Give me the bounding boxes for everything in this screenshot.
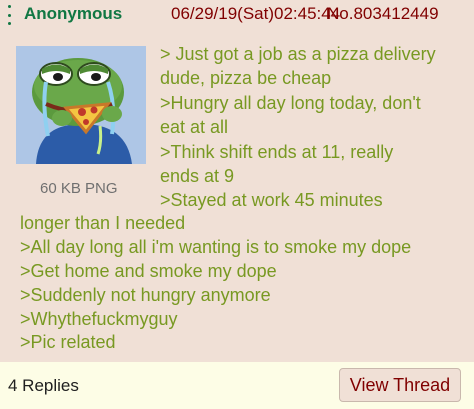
- post-datetime: 06/29/19(Sat)02:45:44: [171, 4, 341, 23]
- greentext-line: >Think shift ends at 11, really: [160, 142, 394, 162]
- greentext-line: ends at 9: [160, 166, 235, 186]
- greentext-line: >Stayed at work 45 minutes: [160, 190, 383, 210]
- greentext-line: >Suddenly not hungry anymore: [20, 285, 271, 305]
- greentext-line: >Hungry all day long today, don't: [160, 93, 421, 113]
- greentext-line: eat at all: [160, 117, 229, 137]
- greentext-line: dude, pizza be cheap: [160, 68, 332, 88]
- post-number[interactable]: No.803412449: [327, 4, 439, 24]
- greentext-line: > Just got a job as a pizza delivery: [160, 44, 436, 64]
- greentext-line: >All day long all i'm wanting is to smok…: [20, 237, 412, 257]
- pepe-eating-pizza-image: [16, 46, 146, 164]
- greentext-line: >Get home and smoke my dope: [20, 261, 277, 281]
- file-info: 60 KB PNG: [40, 180, 118, 197]
- poster-name: Anonymous: [24, 4, 123, 23]
- post: Anonymous 06/29/19(Sat)02:45:44 No.80341…: [0, 0, 474, 362]
- post-thumbnail[interactable]: [16, 46, 146, 164]
- greentext-line: longer than I needed: [20, 213, 186, 233]
- greentext-line: >Pic related: [20, 332, 116, 352]
- greentext-line: >Whythefuckmyguy: [20, 309, 178, 329]
- replies-count[interactable]: 4 Replies: [8, 376, 79, 396]
- view-thread-button[interactable]: View Thread: [339, 368, 461, 402]
- vertical-dots-icon[interactable]: [6, 5, 12, 25]
- post-footer: 4 Replies View Thread: [0, 362, 474, 409]
- post-header: Anonymous 06/29/19(Sat)02:45:44 No.80341…: [0, 0, 474, 28]
